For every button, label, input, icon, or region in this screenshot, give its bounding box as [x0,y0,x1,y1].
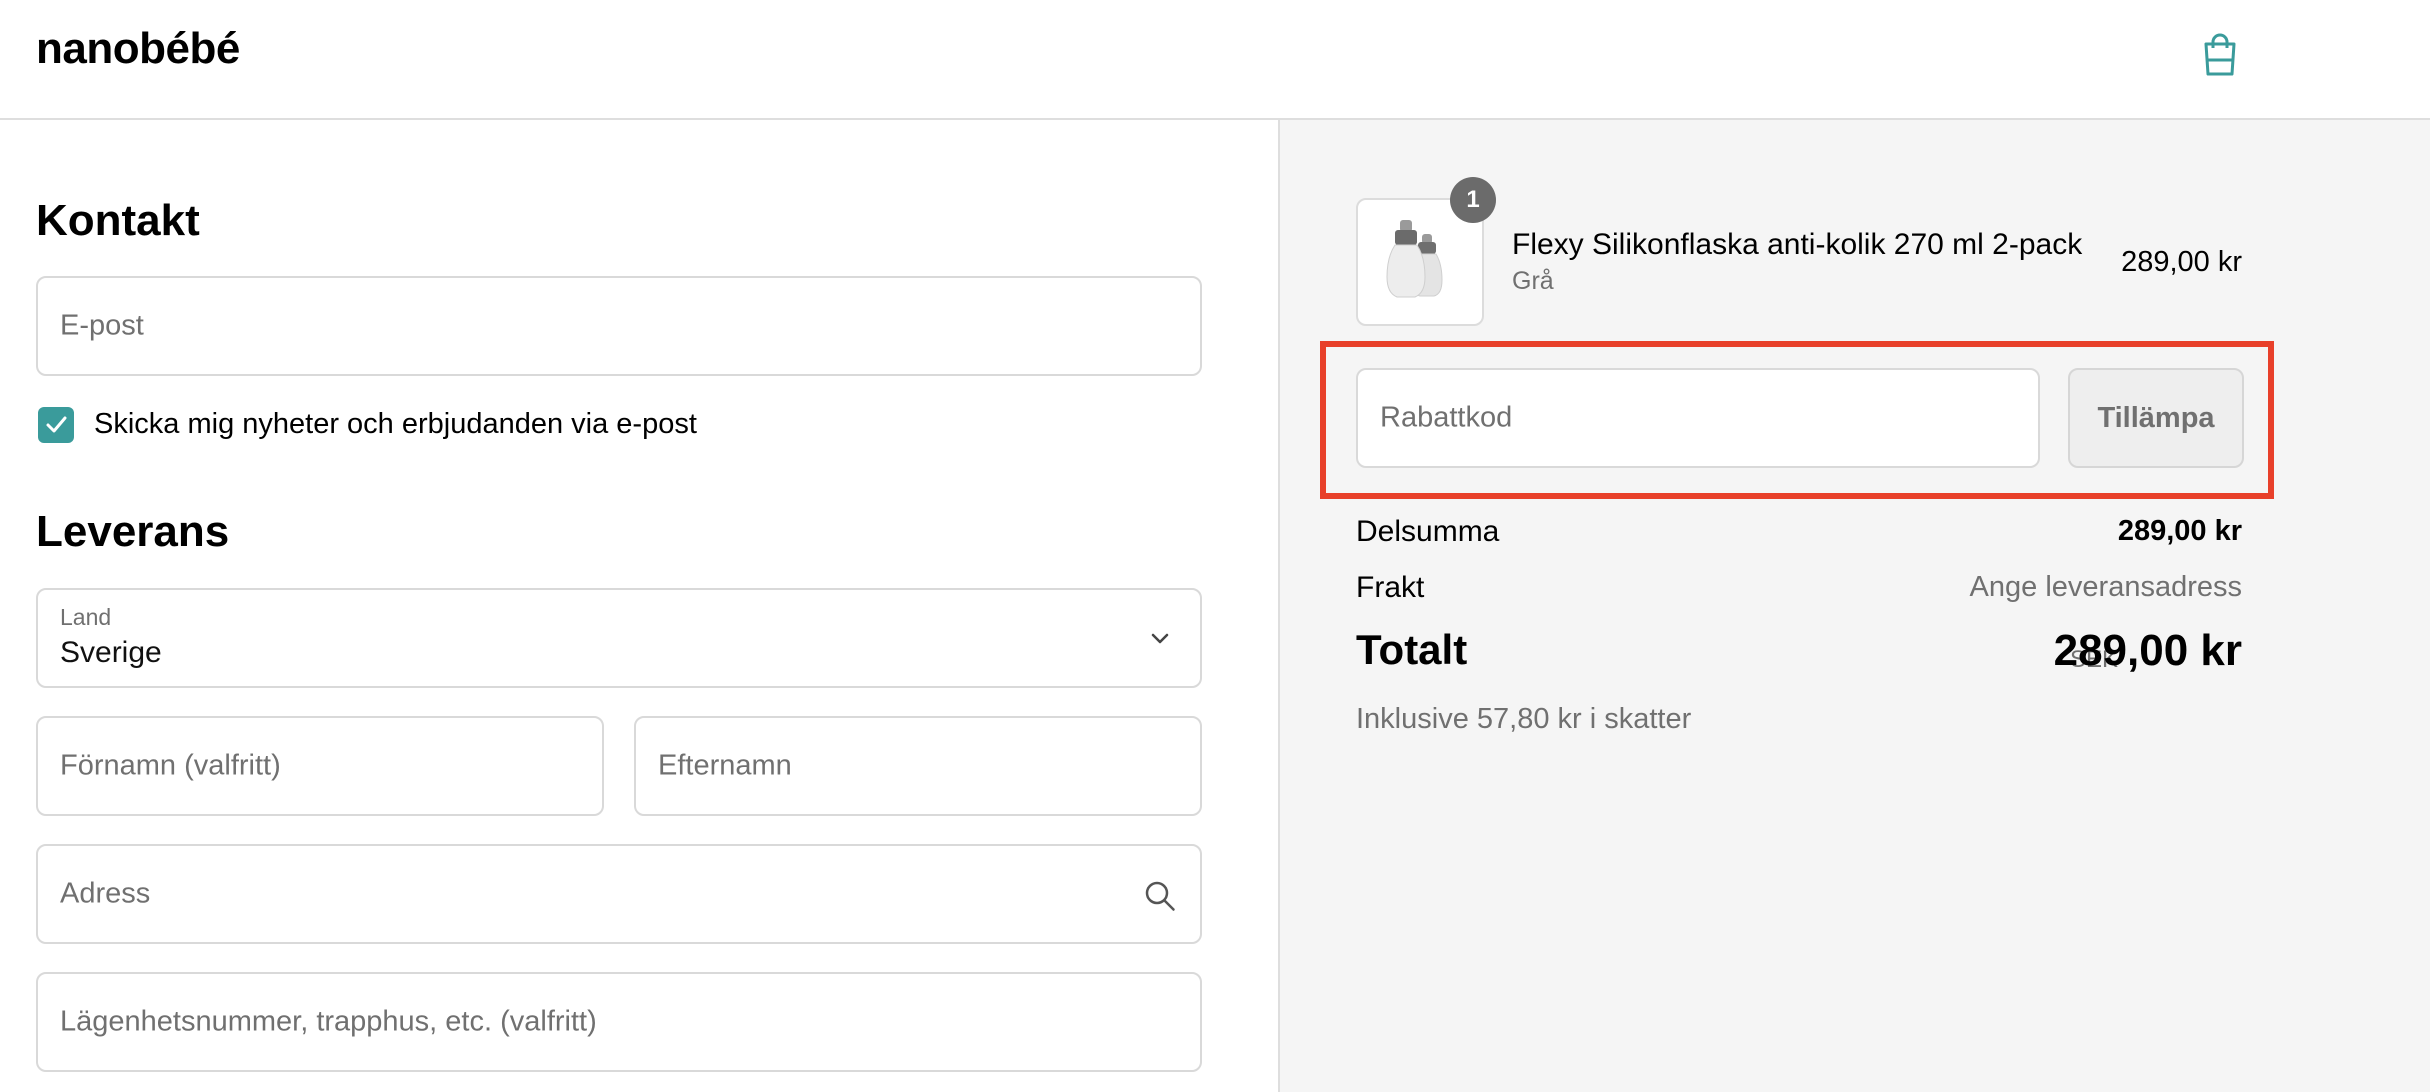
shipping-value: Ange leveransadress [1969,571,2242,603]
chevron-down-icon [1151,633,1169,644]
site-header: nanobébé [0,0,2430,120]
address-field[interactable]: Adress [36,844,1202,944]
address-placeholder: Adress [60,877,151,910]
shopping-bag-icon[interactable] [2200,30,2240,78]
newsletter-label: Skicka mig nyheter och erbjudanden via e… [94,408,697,440]
country-label: Land [60,604,112,630]
total-value: 289,00 kr [2053,626,2242,675]
last-name-field[interactable]: Efternamn [634,716,1202,816]
first-name-placeholder: Förnamn (valfritt) [60,749,281,782]
delivery-heading: Leverans [36,507,230,556]
store-logo[interactable]: nanobébé [36,24,240,74]
country-value: Sverige [60,636,162,669]
search-icon [1145,881,1175,911]
quantity-badge: 1 [1450,177,1496,223]
total-label: Totalt [1356,626,1468,673]
email-field[interactable]: E-post [36,276,1202,376]
checkmark-icon [46,416,67,433]
apartment-field[interactable]: Lägenhetsnummer, trapphus, etc. (valfrit… [36,972,1202,1072]
email-placeholder: E-post [60,309,144,342]
tax-note: Inklusive 57,80 kr i skatter [1356,703,1692,735]
country-select[interactable]: Land Sverige [36,588,1202,688]
apartment-placeholder: Lägenhetsnummer, trapphus, etc. (valfrit… [60,1005,597,1038]
newsletter-checkbox[interactable] [38,407,74,443]
first-name-field[interactable]: Förnamn (valfritt) [36,716,604,816]
subtotal-label: Delsumma [1356,515,1500,548]
contact-heading: Kontakt [36,196,200,245]
product-name: Flexy Silikonflaska anti-kolik 270 ml 2-… [1512,228,2083,261]
shipping-label: Frakt [1356,571,1425,604]
subtotal-value: 289,00 kr [2117,515,2242,547]
discount-highlight-box [1320,341,2274,499]
product-price: 289,00 kr [2121,246,2242,278]
last-name-placeholder: Efternamn [658,749,792,782]
product-variant: Grå [1512,267,1554,295]
